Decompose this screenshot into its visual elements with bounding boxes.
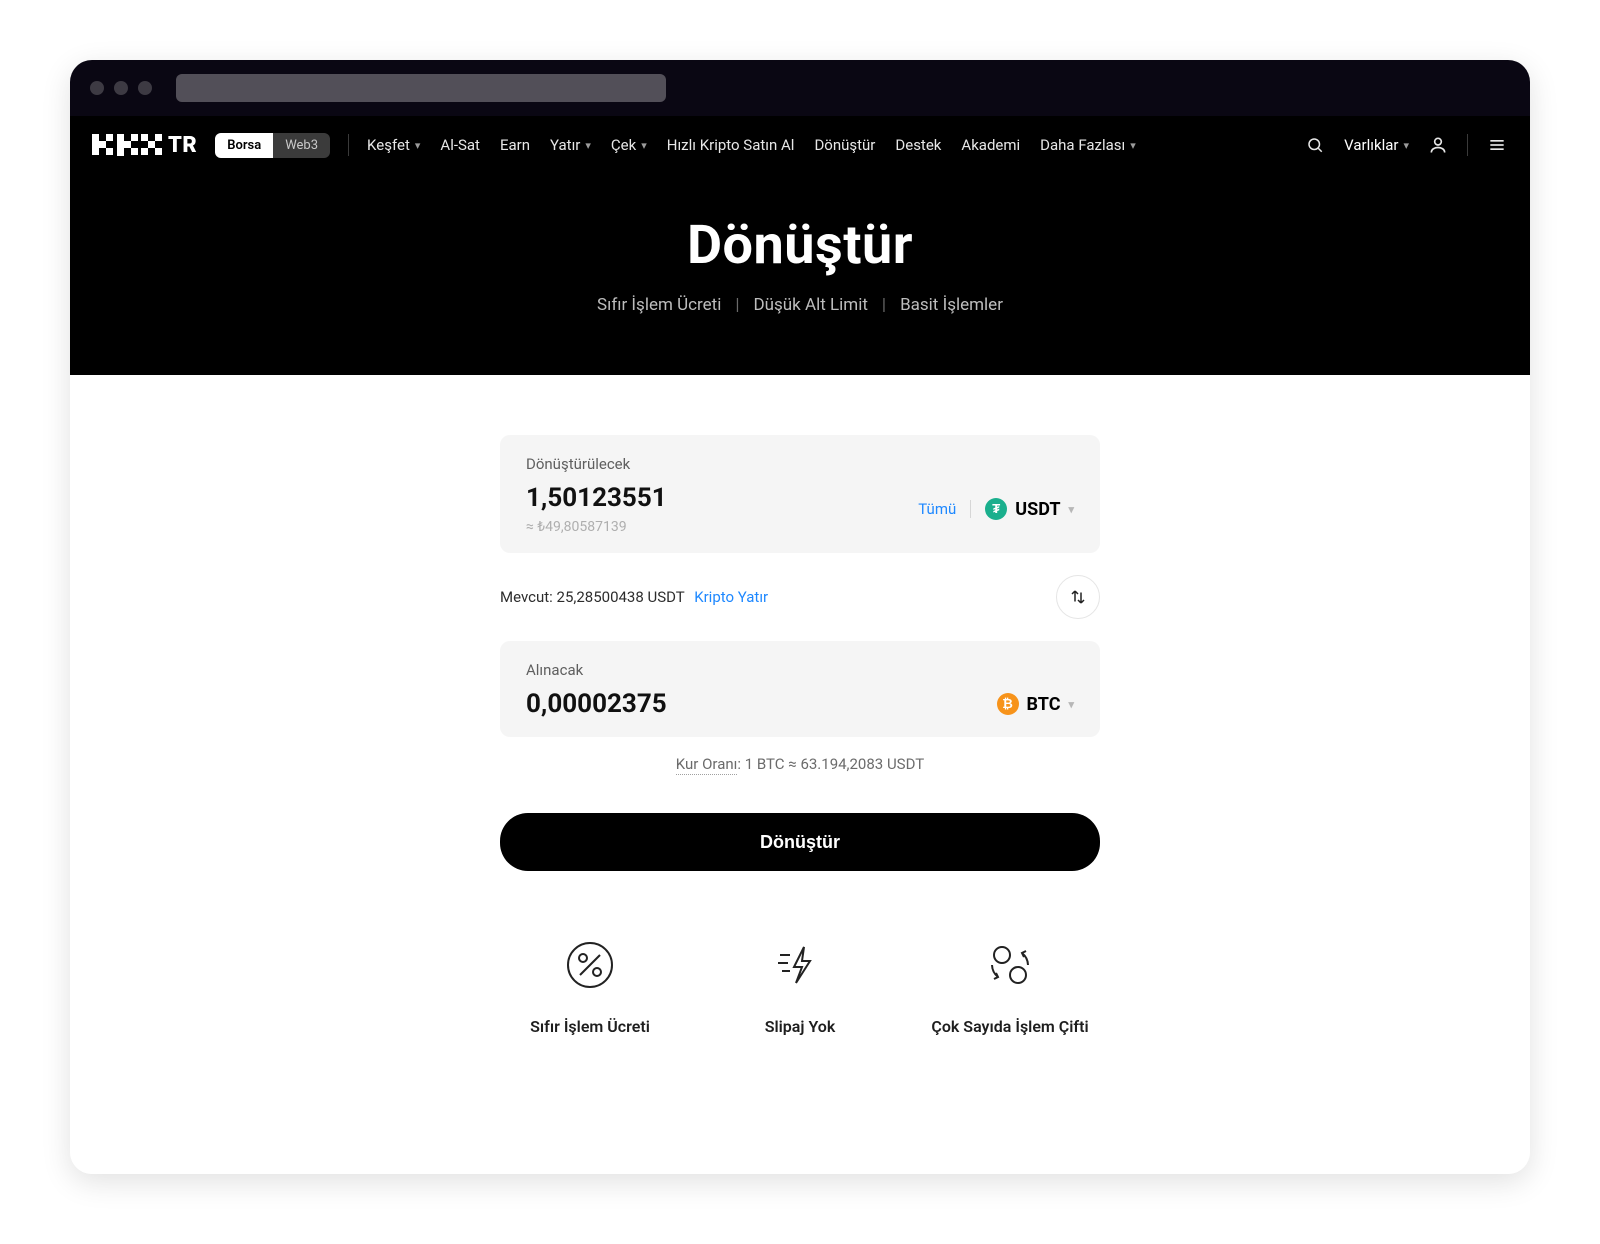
hero-sub-item: Basit İşlemler <box>900 295 1003 315</box>
mode-segmented: Borsa Web3 <box>215 133 330 158</box>
nav-daha-fazlasi[interactable]: Daha Fazlası ▾ <box>1040 136 1136 154</box>
window-dot <box>114 81 128 95</box>
pairs-icon <box>986 941 1034 989</box>
chevron-down-icon: ▾ <box>1403 139 1409 152</box>
from-label: Dönüştürülecek <box>526 455 1074 473</box>
nav-hizli-kripto[interactable]: Hızlı Kripto Satın Al <box>667 136 795 154</box>
token-symbol: USDT <box>1015 499 1060 520</box>
chevron-down-icon: ▾ <box>1068 698 1074 711</box>
from-token-select[interactable]: ₮ USDT ▾ <box>985 498 1074 520</box>
window-dot <box>90 81 104 95</box>
nav-label: Daha Fazlası <box>1040 136 1125 154</box>
from-approx: ≈ ₺49,80587139 <box>526 519 667 535</box>
hero-sub-item: Sıfır İşlem Ücreti <box>597 295 721 315</box>
logo-tr-text: TR <box>168 133 197 158</box>
to-label: Alınacak <box>526 661 1074 679</box>
nav-label: Çek <box>611 136 636 154</box>
primary-nav: Keşfet ▾ Al-Sat Earn Yatır ▾ Çek ▾ Hızlı… <box>367 136 1136 154</box>
rate-value: : 1 BTC ≈ 63.194,2083 USDT <box>737 755 924 773</box>
hero: Dönüştür Sıfır İşlem Ücreti | Düşük Alt … <box>70 174 1530 375</box>
to-card: Alınacak 0,00002375 ₿ BTC ▾ <box>500 641 1100 737</box>
hero-sub-item: Düşük Alt Limit <box>754 295 868 315</box>
okx-logo-icon <box>92 134 162 156</box>
browser-chrome <box>70 60 1530 116</box>
nav-kesfet[interactable]: Keşfet ▾ <box>367 136 420 154</box>
nav-earn[interactable]: Earn <box>500 136 530 154</box>
to-token-select[interactable]: ₿ BTC ▾ <box>997 693 1074 715</box>
divider <box>970 500 971 518</box>
nav-varliklar[interactable]: Varlıklar ▾ <box>1344 136 1409 154</box>
separator: | <box>882 295 886 315</box>
feature-zero-fee: Sıfır İşlem Ücreti <box>500 941 680 1036</box>
chevron-down-icon: ▾ <box>585 139 591 152</box>
seg-borsa[interactable]: Borsa <box>215 133 273 158</box>
nav-yatir[interactable]: Yatır ▾ <box>550 136 591 154</box>
nav-alsat[interactable]: Al-Sat <box>440 136 480 154</box>
btc-icon: ₿ <box>997 693 1019 715</box>
swap-icon <box>1069 588 1087 606</box>
feature-title: Slipaj Yok <box>765 1017 836 1036</box>
balance-value: 25,28500438 USDT <box>557 588 685 606</box>
chevron-down-icon: ▾ <box>415 139 421 152</box>
nav-cek[interactable]: Çek ▾ <box>611 136 647 154</box>
max-button[interactable]: Tümü <box>918 500 956 518</box>
feature-title: Çok Sayıda İşlem Çifti <box>931 1017 1088 1036</box>
address-bar[interactable] <box>176 74 666 102</box>
nav-label: Keşfet <box>367 136 410 154</box>
seg-web3[interactable]: Web3 <box>273 133 330 158</box>
balance-row: Mevcut: 25,28500438 USDT Kripto Yatır <box>500 575 1100 619</box>
feature-title: Sıfır İşlem Ücreti <box>530 1017 650 1036</box>
divider <box>348 134 349 156</box>
separator: | <box>735 295 739 315</box>
chevron-down-icon: ▾ <box>1068 503 1074 516</box>
nav-donustur[interactable]: Dönüştür <box>814 136 875 154</box>
percent-icon <box>566 941 614 989</box>
bolt-icon <box>776 941 824 989</box>
chevron-down-icon: ▾ <box>641 139 647 152</box>
content: Dönüştürülecek 1,50123551 ≈ ₺49,80587139… <box>70 375 1530 1174</box>
user-icon[interactable] <box>1427 134 1449 156</box>
nav-destek[interactable]: Destek <box>895 136 941 154</box>
token-symbol: BTC <box>1027 694 1061 715</box>
convert-button[interactable]: Dönüştür <box>500 813 1100 871</box>
nav-akademi[interactable]: Akademi <box>961 136 1020 154</box>
to-amount: 0,00002375 <box>526 689 667 719</box>
nav-label: Varlıklar <box>1344 136 1398 154</box>
search-icon[interactable] <box>1304 134 1326 156</box>
from-card: Dönüştürülecek 1,50123551 ≈ ₺49,80587139… <box>500 435 1100 553</box>
usdt-icon: ₮ <box>985 498 1007 520</box>
chevron-down-icon: ▾ <box>1130 139 1136 152</box>
page-title: Dönüştür <box>70 214 1530 277</box>
balance-prefix: Mevcut: <box>500 588 553 606</box>
logo[interactable]: TR <box>92 133 197 158</box>
from-amount[interactable]: 1,50123551 <box>526 483 667 513</box>
window-dot <box>138 81 152 95</box>
feature-no-slippage: Slipaj Yok <box>710 941 890 1036</box>
divider <box>1467 134 1468 156</box>
hero-subtitle: Sıfır İşlem Ücreti | Düşük Alt Limit | B… <box>70 295 1530 315</box>
hamburger-icon[interactable] <box>1486 134 1508 156</box>
swap-button[interactable] <box>1056 575 1100 619</box>
nav-label: Yatır <box>550 136 580 154</box>
feature-many-pairs: Çok Sayıda İşlem Çifti <box>920 941 1100 1036</box>
features-row: Sıfır İşlem Ücreti Slipaj Yok <box>500 941 1100 1036</box>
deposit-link[interactable]: Kripto Yatır <box>694 588 768 606</box>
rate-row: Kur Oranı: 1 BTC ≈ 63.194,2083 USDT <box>500 755 1100 773</box>
rate-label[interactable]: Kur Oranı <box>676 755 738 775</box>
top-nav: TR Borsa Web3 Keşfet ▾ Al-Sat Earn Yatır… <box>70 116 1530 174</box>
